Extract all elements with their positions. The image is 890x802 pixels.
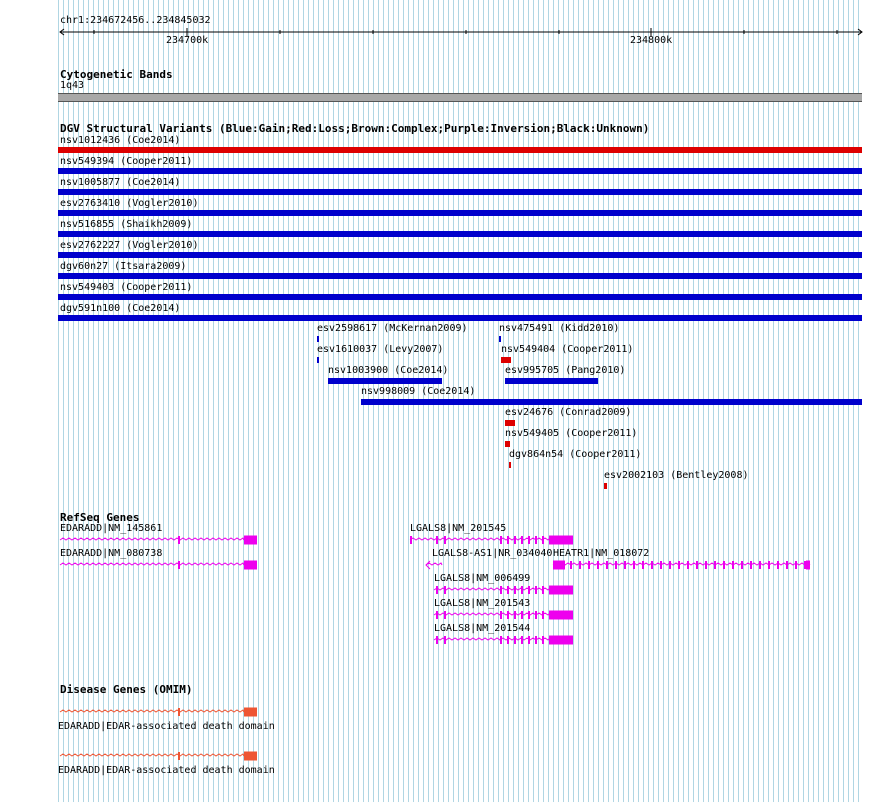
gene-intron[interactable]: [433, 636, 551, 641]
gene-exon[interactable]: [714, 561, 716, 569]
gene-exon[interactable]: [777, 561, 779, 569]
gene-exon[interactable]: [444, 536, 446, 544]
gene-strand-arrow[interactable]: [425, 560, 431, 570]
gene-intron[interactable]: [59, 753, 245, 757]
gene-exon[interactable]: [535, 636, 537, 644]
gene-exon[interactable]: [588, 561, 590, 569]
gene-exon[interactable]: [444, 611, 446, 619]
gene-exon[interactable]: [178, 561, 180, 569]
gene-exon[interactable]: [444, 586, 446, 594]
gene-exon[interactable]: [244, 751, 257, 761]
gene-exon[interactable]: [535, 536, 537, 544]
gene-exon[interactable]: [535, 586, 537, 594]
gene-models: [59, 535, 811, 761]
gene-exon[interactable]: [507, 636, 509, 644]
gene-exon[interactable]: [741, 561, 743, 569]
gene-exon[interactable]: [178, 708, 180, 716]
gene-exon[interactable]: [244, 707, 257, 717]
gene-exon[interactable]: [521, 586, 523, 594]
gene-exon[interactable]: [410, 536, 412, 544]
gene-exon[interactable]: [542, 536, 544, 544]
gene-exon[interactable]: [507, 611, 509, 619]
gene-exon[interactable]: [669, 561, 671, 569]
gene-exon[interactable]: [705, 561, 707, 569]
gene-intron[interactable]: [59, 709, 245, 713]
gene-exon[interactable]: [542, 586, 544, 594]
gene-exon[interactable]: [570, 561, 572, 569]
gene-exon[interactable]: [436, 586, 438, 594]
gene-exon[interactable]: [514, 536, 516, 544]
gene-exon[interactable]: [723, 561, 725, 569]
gene-exon[interactable]: [687, 561, 689, 569]
gene-exon[interactable]: [768, 561, 770, 569]
gene-exon[interactable]: [750, 561, 752, 569]
gene-exon[interactable]: [535, 611, 537, 619]
gene-exon[interactable]: [444, 636, 446, 644]
gene-exon[interactable]: [642, 561, 644, 569]
gene-exon[interactable]: [514, 586, 516, 594]
gene-exon[interactable]: [542, 636, 544, 644]
gene-exon[interactable]: [606, 561, 608, 569]
gene-exon[interactable]: [786, 561, 788, 569]
gene-intron[interactable]: [433, 611, 551, 616]
gene-exon[interactable]: [732, 561, 734, 569]
gene-exon[interactable]: [528, 636, 530, 644]
gene-exon[interactable]: [615, 561, 617, 569]
gene-exon[interactable]: [244, 560, 257, 570]
gene-exon[interactable]: [436, 611, 438, 619]
gene-exon[interactable]: [436, 636, 438, 644]
gene-exon[interactable]: [500, 611, 502, 619]
gene-exon[interactable]: [795, 561, 797, 569]
gene-exon[interactable]: [507, 586, 509, 594]
gene-exon[interactable]: [507, 536, 509, 544]
gene-exon[interactable]: [651, 561, 653, 569]
gene-exon[interactable]: [549, 610, 573, 620]
gene-intron[interactable]: [59, 537, 245, 541]
gene-exon[interactable]: [178, 752, 180, 760]
gene-exon[interactable]: [759, 561, 761, 569]
gene-exon[interactable]: [436, 536, 438, 544]
gene-exon[interactable]: [244, 535, 257, 545]
omim-gene-label[interactable]: EDARADD|EDAR-associated death domain: [58, 721, 275, 732]
gene-exon[interactable]: [500, 536, 502, 544]
gene-exon[interactable]: [624, 561, 626, 569]
gene-exon[interactable]: [633, 561, 635, 569]
gene-exon[interactable]: [678, 561, 680, 569]
gene-exon[interactable]: [804, 561, 806, 569]
gene-exon[interactable]: [549, 535, 573, 545]
gene-exon[interactable]: [521, 536, 523, 544]
omim-gene-label[interactable]: EDARADD|EDAR-associated death domain: [58, 765, 275, 776]
gene-exon[interactable]: [597, 561, 599, 569]
gene-exon[interactable]: [514, 636, 516, 644]
gene-intron[interactable]: [59, 562, 245, 566]
gene-exon[interactable]: [696, 561, 698, 569]
gene-exon[interactable]: [514, 611, 516, 619]
gene-exon[interactable]: [500, 636, 502, 644]
gene-exon[interactable]: [521, 611, 523, 619]
gene-intron[interactable]: [552, 562, 811, 566]
gene-exon[interactable]: [528, 536, 530, 544]
gene-exon[interactable]: [528, 611, 530, 619]
gene-exon[interactable]: [542, 611, 544, 619]
gene-exon[interactable]: [500, 586, 502, 594]
gene-exon[interactable]: [660, 561, 662, 569]
gene-exon[interactable]: [579, 561, 581, 569]
gene-intron[interactable]: [433, 586, 551, 591]
gene-exon[interactable]: [549, 585, 573, 595]
gene-exon[interactable]: [553, 560, 565, 570]
track-title-omim[interactable]: Disease Genes (OMIM): [60, 683, 192, 696]
gene-exon[interactable]: [549, 635, 573, 645]
gene-exon[interactable]: [528, 586, 530, 594]
gene-exon[interactable]: [806, 560, 810, 570]
gene-exon[interactable]: [178, 536, 180, 544]
gene-exon[interactable]: [521, 636, 523, 644]
